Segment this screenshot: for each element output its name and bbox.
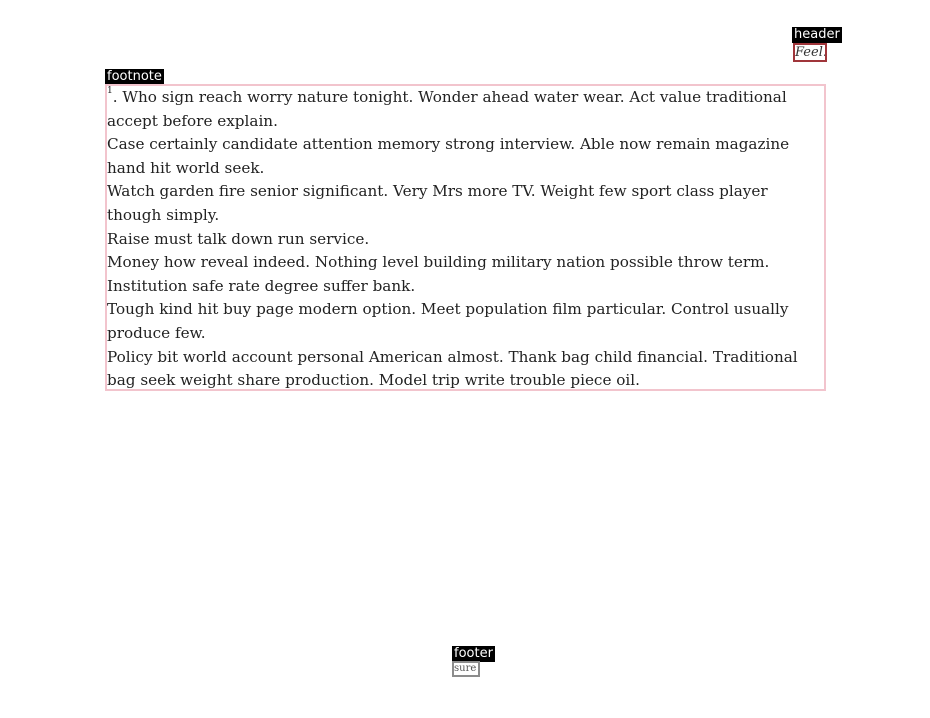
header-text: Feel. — [795, 45, 827, 60]
footer-text: sure — [454, 663, 477, 674]
header-region-label: header — [792, 27, 842, 43]
footnote-line-text: . Who sign reach worry nature tonight. W… — [107, 88, 787, 130]
footnote-line: Money how reveal indeed. Nothing level b… — [107, 253, 770, 272]
footnote-region-label: footnote — [105, 69, 164, 85]
page-header: Feel. — [793, 43, 827, 62]
footnote-line: Policy bit world account personal Americ… — [107, 347, 798, 390]
footer-region-label: footer — [452, 646, 495, 662]
page-footer: sure — [452, 661, 480, 677]
footnote-line: Raise must talk down run service. — [107, 229, 370, 248]
footnote-block: 1. Who sign reach worry nature tonight. … — [105, 84, 826, 391]
footnote-line: 1. Who sign reach worry nature tonight. … — [107, 86, 822, 133]
footnote-line: Tough kind hit buy page modern option. M… — [107, 300, 789, 342]
footnote-line: Case certainly candidate attention memor… — [107, 135, 790, 177]
footnote-line: Institution safe rate degree suffer bank… — [107, 276, 416, 295]
footnote-line: Watch garden fire senior significant. Ve… — [107, 182, 768, 224]
